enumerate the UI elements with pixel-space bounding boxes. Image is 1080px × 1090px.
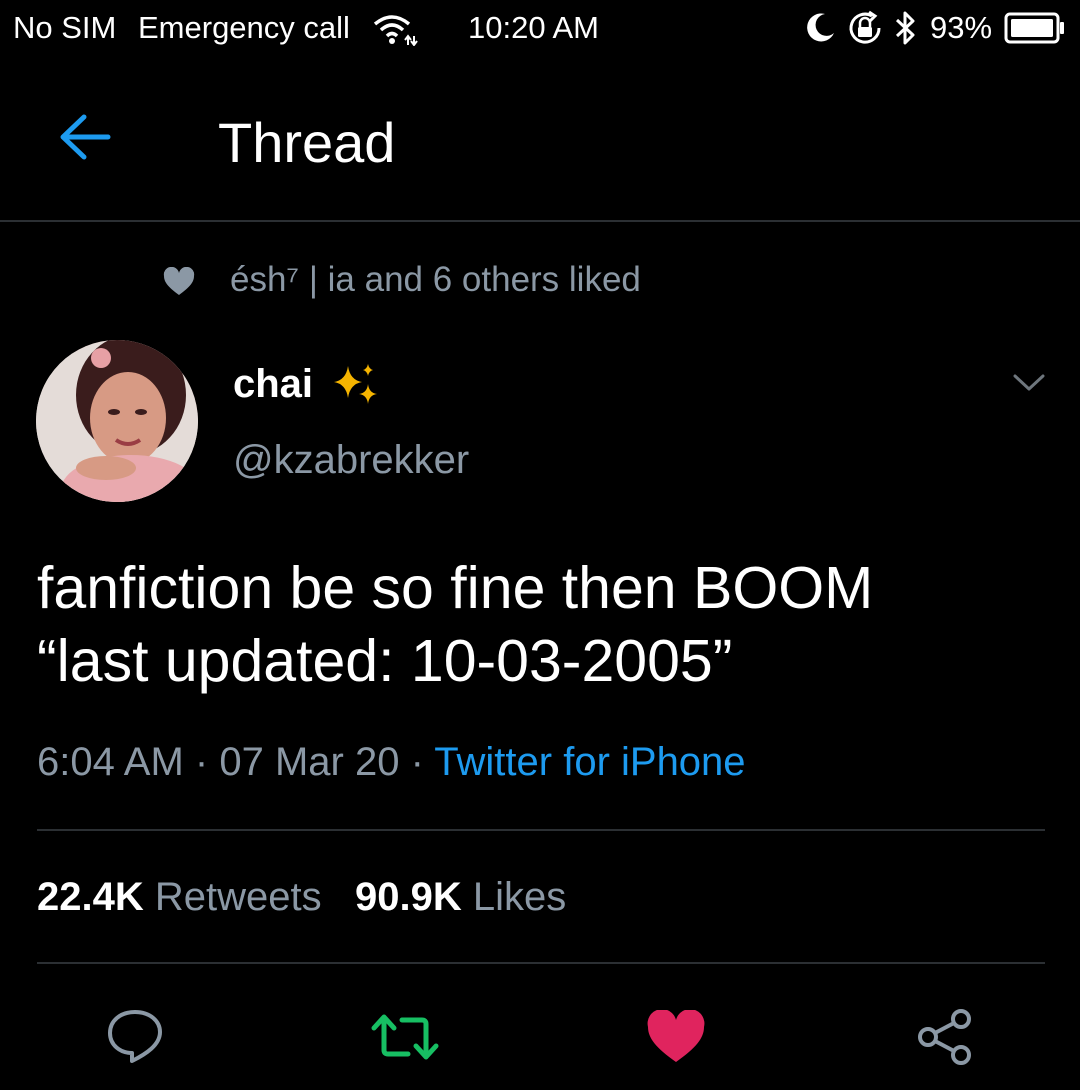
meta-separator: · xyxy=(194,740,209,784)
like-heart-icon[interactable] xyxy=(646,1010,706,1064)
liked-heart-icon xyxy=(163,267,195,295)
tweet-date: 07 Mar 20 xyxy=(219,740,400,784)
wifi-icon xyxy=(373,15,418,46)
header-divider xyxy=(0,220,1080,222)
battery-icon xyxy=(1004,12,1064,44)
retweets-label: Retweets xyxy=(154,875,322,919)
social-context-text[interactable]: ésh⁷ | ia and 6 others liked xyxy=(230,260,641,300)
likes-label: Likes xyxy=(472,875,567,919)
avatar-portrait xyxy=(36,340,198,502)
tweet-meta: 6:04 AM · 07 Mar 20 · Twitter for iPhone xyxy=(37,740,746,785)
carrier-text: No SIM xyxy=(13,10,117,45)
page-title: Thread xyxy=(218,111,396,174)
retweets-stat[interactable]: 22.4K Retweets xyxy=(37,875,322,919)
chevron-down-icon[interactable] xyxy=(1012,372,1046,394)
sparkles-icon xyxy=(334,364,377,404)
tweet-time: 6:04 AM xyxy=(37,740,184,784)
tweet-stats: 22.4K Retweets 90.9K Likes xyxy=(37,875,566,920)
emergency-call-text: Emergency call xyxy=(138,10,350,45)
tweet-source-link[interactable]: Twitter for iPhone xyxy=(434,740,745,784)
author-name[interactable]: chai xyxy=(233,362,313,407)
retweet-icon[interactable] xyxy=(370,1012,440,1062)
status-bar: No SIM Emergency call 10:20 AM 93% xyxy=(0,0,1080,60)
battery-percent-text: 93% xyxy=(930,10,993,45)
author-handle[interactable]: @kzabrekker xyxy=(233,438,469,483)
tweet-text: fanfiction be so fine then BOOM “last up… xyxy=(37,552,1047,698)
retweets-count: 22.4K xyxy=(37,875,144,919)
meta-separator: · xyxy=(410,740,424,784)
tweet-line-2: “last updated: 10-03-2005” xyxy=(37,628,733,694)
clock-text: 10:20 AM xyxy=(468,10,599,45)
share-icon[interactable] xyxy=(916,1008,974,1066)
stats-divider xyxy=(37,962,1045,964)
back-arrow-icon[interactable] xyxy=(58,112,112,162)
likes-count: 90.9K xyxy=(354,875,462,919)
likes-stat[interactable]: 90.9K Likes xyxy=(355,875,566,919)
avatar[interactable] xyxy=(36,340,198,502)
meta-divider xyxy=(37,829,1045,831)
reply-icon[interactable] xyxy=(106,1008,164,1064)
moon-icon xyxy=(807,13,834,42)
tweet-line-1: fanfiction be so fine then BOOM xyxy=(37,555,874,621)
bluetooth-icon xyxy=(895,11,915,45)
rotation-lock-icon xyxy=(849,10,881,44)
